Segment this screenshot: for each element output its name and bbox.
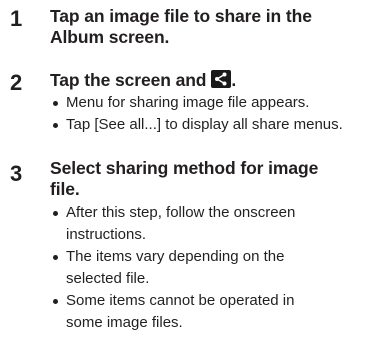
step-title: Tap the screen and. <box>50 70 370 91</box>
step-title: Tap an image file to share in the Album … <box>50 6 370 48</box>
step-title: Select sharing method for image file. <box>50 158 370 200</box>
share-icon <box>211 70 232 88</box>
step-number: 1 <box>10 6 23 31</box>
bullet-line: After this step, follow the onscreen <box>66 204 296 221</box>
step-number: 3 <box>10 161 23 186</box>
bullet-line: instructions. <box>66 226 147 243</box>
bullet-list: After this step, follow the onscreen ins… <box>52 202 295 334</box>
bullet-item: After this step, follow the onscreen ins… <box>52 202 295 246</box>
step-title-suffix: . <box>231 70 237 90</box>
bullet-line: The items vary depending on the <box>66 248 285 265</box>
bullet-line: selected file. <box>66 270 150 287</box>
bullet-line: some image files. <box>66 314 183 331</box>
bullet-line: Some items cannot be operated in <box>66 292 295 309</box>
bullet-item: Some items cannot be operated in some im… <box>52 290 295 334</box>
step-title-line: Album screen. <box>50 27 170 47</box>
bullet-item: Menu for sharing image file appears. <box>52 92 343 114</box>
step-title-line: Tap an image file to share in the <box>50 6 312 26</box>
step-number: 2 <box>10 70 23 95</box>
bullet-item: The items vary depending on the selected… <box>52 246 295 290</box>
step-title-line: Select sharing method for image <box>50 158 319 178</box>
bullet-list: Menu for sharing image file appears. Tap… <box>52 92 343 136</box>
step-title-line: file. <box>50 179 80 199</box>
step-title-text: Tap the screen and <box>50 70 207 90</box>
bullet-item: Tap [See all...] to display all share me… <box>52 114 343 136</box>
